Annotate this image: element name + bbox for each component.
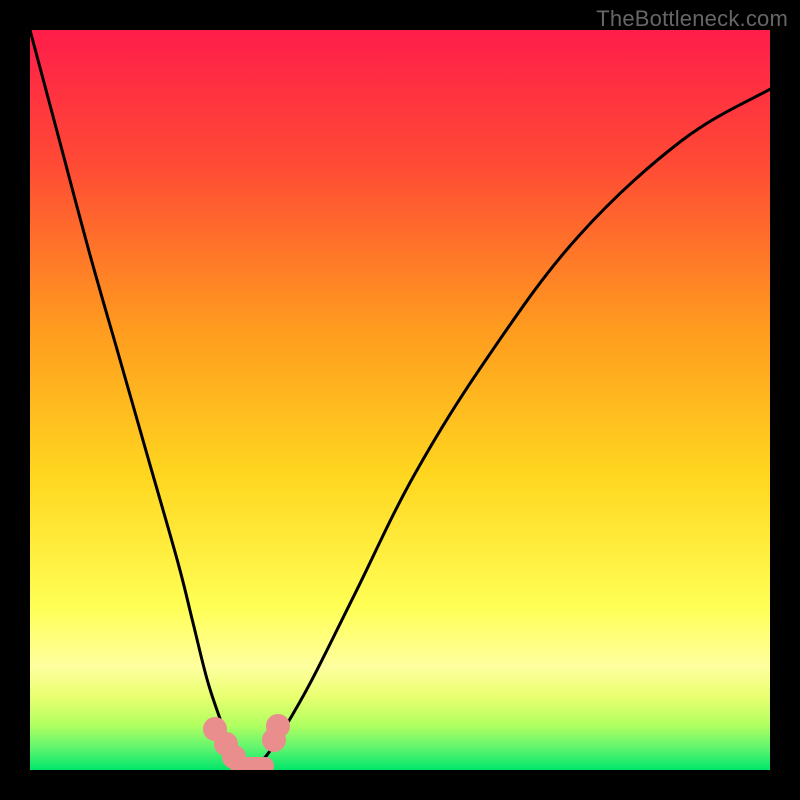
- plot-area: [30, 30, 770, 770]
- chart-frame: TheBottleneck.com: [0, 0, 800, 800]
- marker-dot: [266, 714, 290, 738]
- marker-dot: [244, 757, 274, 770]
- watermark-text: TheBottleneck.com: [596, 6, 788, 32]
- chart-svg: [30, 30, 770, 770]
- gradient-background: [30, 30, 770, 770]
